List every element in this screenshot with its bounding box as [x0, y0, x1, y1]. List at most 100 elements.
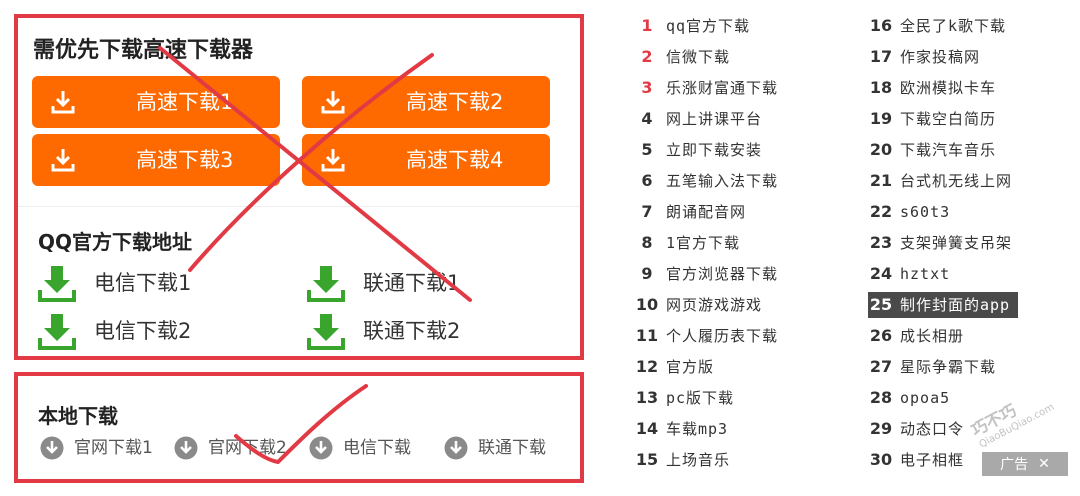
- rank-number: 20: [869, 140, 893, 159]
- ranking-item[interactable]: 19 下载空白简历: [868, 106, 996, 132]
- rank-title: 成长相册: [900, 327, 965, 345]
- ranking-item[interactable]: 7 朗诵配音网: [634, 199, 746, 225]
- ranking-item[interactable]: 16 全民了k歌下载: [868, 13, 1006, 39]
- rank-number: 3: [641, 78, 653, 97]
- ad-close-icon[interactable]: ✕: [1038, 456, 1050, 472]
- ranking-item[interactable]: 5 立即下载安装: [634, 137, 762, 163]
- rank-title: 支架弹簧支吊架: [900, 234, 1013, 252]
- high-speed-download-3-button[interactable]: 高速下载3: [32, 134, 280, 186]
- link-label: 联通下载: [478, 438, 546, 458]
- link-label: 官网下载2: [208, 438, 287, 458]
- rank-title: 台式机无线上网: [900, 172, 1013, 190]
- rank-number: 14: [635, 419, 659, 438]
- green-download-arrow-icon: [307, 314, 345, 350]
- rank-title: 车载mp3: [666, 420, 729, 438]
- button-label: 高速下载2: [406, 90, 504, 114]
- rank-number: 8: [641, 233, 653, 252]
- rank-title: 乐涨财富通下载: [666, 79, 779, 97]
- button-label: 高速下载3: [136, 148, 234, 172]
- rank-number: 23: [869, 233, 893, 252]
- green-download-arrow-icon: [38, 314, 76, 350]
- rank-title: 下载汽车音乐: [900, 141, 997, 159]
- local-download-heading: 本地下载: [38, 404, 118, 428]
- rank-title: hztxt: [900, 265, 951, 283]
- rank-number: 17: [869, 47, 893, 66]
- ranking-item[interactable]: 1 qq官方下载: [634, 13, 750, 39]
- rank-number: 5: [641, 140, 653, 159]
- ranking-item[interactable]: 13 pc版下载: [634, 385, 734, 411]
- rank-number: 15: [635, 450, 659, 469]
- link-label: 电信下载2: [94, 319, 192, 343]
- rank-title: 作家投稿网: [900, 48, 981, 66]
- rank-title: 星际争霸下载: [900, 358, 997, 376]
- ranking-item[interactable]: 26 成长相册: [868, 323, 964, 349]
- rank-number: 21: [869, 171, 893, 190]
- ranking-item[interactable]: 10 网页游戏游戏: [634, 292, 762, 318]
- rank-number: 28: [869, 388, 893, 407]
- green-download-arrow-icon: [38, 266, 76, 302]
- ranking-item[interactable]: 11 个人履历表下载: [634, 323, 778, 349]
- ranking-item[interactable]: 6 五笔输入法下载: [634, 168, 778, 194]
- button-label: 高速下载1: [136, 90, 234, 114]
- rank-title: s60t3: [900, 203, 951, 221]
- high-speed-download-1-button[interactable]: 高速下载1: [32, 76, 280, 128]
- ranking-item[interactable]: 9 官方浏览器下载: [634, 261, 778, 287]
- rank-title: 官方浏览器下载: [666, 265, 779, 283]
- ranking-item[interactable]: 22 s60t3: [868, 199, 950, 225]
- rank-number: 11: [635, 326, 659, 345]
- ranking-item[interactable]: 3 乐涨财富通下载: [634, 75, 778, 101]
- link-label: 电信下载1: [94, 271, 192, 295]
- priority-heading: 需优先下载高速下载器: [33, 38, 254, 63]
- rank-number: 22: [869, 202, 893, 221]
- green-download-arrow-icon: [307, 266, 345, 302]
- rank-title: 信微下载: [666, 48, 731, 66]
- link-label: 联通下载1: [363, 271, 461, 295]
- rank-number: 13: [635, 388, 659, 407]
- ranking-item[interactable]: 27 星际争霸下载: [868, 354, 996, 380]
- link-label: 联通下载2: [363, 319, 461, 343]
- rank-number: 24: [869, 264, 893, 283]
- ranking-item[interactable]: 2 信微下载: [634, 44, 730, 70]
- ranking-item[interactable]: 29 动态口令: [868, 416, 964, 442]
- rank-title: 欧洲模拟卡车: [900, 79, 997, 97]
- ranking-item[interactable]: 25 制作封面的app: [868, 292, 1019, 318]
- rank-title: 全民了k歌下载: [900, 17, 1007, 35]
- ad-tag[interactable]: 广告 ✕: [982, 452, 1068, 476]
- rank-number: 6: [641, 171, 653, 190]
- ranking-item[interactable]: 8 1官方下载: [634, 230, 740, 256]
- ranking-item[interactable]: 23 支架弹簧支吊架: [868, 230, 1012, 256]
- ranking-item[interactable]: 12 官方版: [634, 354, 714, 380]
- ranking-item[interactable]: 24 hztxt: [868, 261, 950, 287]
- ranking-item[interactable]: 20 下载汽车音乐: [868, 137, 996, 163]
- ranking-item[interactable]: 14 车载mp3: [634, 416, 728, 442]
- circle-download-icon: [309, 436, 333, 460]
- rank-title: 制作封面的app: [900, 296, 1011, 314]
- ranking-item[interactable]: 30 电子相框: [868, 447, 964, 473]
- circle-download-icon: [40, 436, 64, 460]
- rank-number: 16: [869, 16, 893, 35]
- rank-title: 上场音乐: [666, 451, 731, 469]
- rank-number: 12: [635, 357, 659, 376]
- rank-number: 18: [869, 78, 893, 97]
- rank-title: 朗诵配音网: [666, 203, 747, 221]
- rank-title: 网页游戏游戏: [666, 296, 763, 314]
- ranking-item[interactable]: 18 欧洲模拟卡车: [868, 75, 996, 101]
- priority-download-panel: 需优先下载高速下载器 高速下载1 高速下载2 高速下载3 高速下载4 QQ官方下…: [14, 14, 584, 360]
- ranking-item[interactable]: 15 上场音乐: [634, 447, 730, 473]
- rank-title: 立即下载安装: [666, 141, 763, 159]
- rank-number: 26: [869, 326, 893, 345]
- link-label: 官网下载1: [74, 438, 153, 458]
- high-speed-download-4-button[interactable]: 高速下载4: [302, 134, 550, 186]
- rank-number: 4: [641, 109, 653, 128]
- download-tray-icon: [321, 149, 345, 172]
- ranking-item[interactable]: 4 网上讲课平台: [634, 106, 762, 132]
- rank-number: 30: [869, 450, 893, 469]
- rank-number: 29: [869, 419, 893, 438]
- high-speed-download-2-button[interactable]: 高速下载2: [302, 76, 550, 128]
- rank-title: 官方版: [666, 358, 715, 376]
- ranking-item[interactable]: 17 作家投稿网: [868, 44, 980, 70]
- ranking-item[interactable]: 28 opoa5: [868, 385, 950, 411]
- ranking-item[interactable]: 21 台式机无线上网: [868, 168, 1012, 194]
- rank-title: pc版下载: [666, 389, 735, 407]
- button-label: 高速下载4: [406, 148, 504, 172]
